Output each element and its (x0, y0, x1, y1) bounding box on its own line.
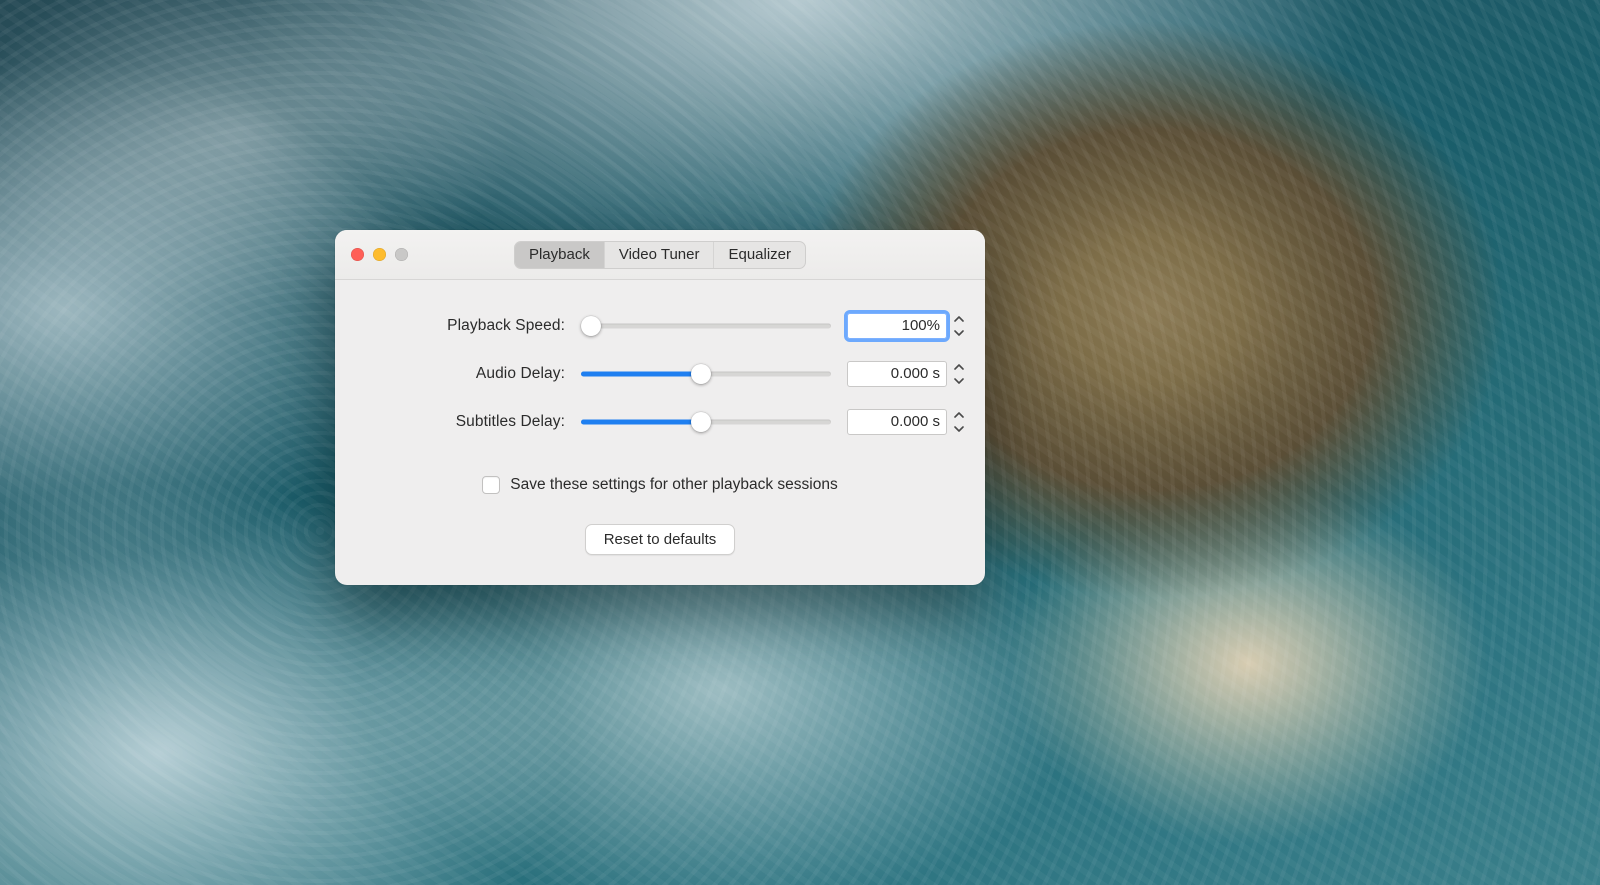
slider-audio-delay[interactable] (581, 363, 831, 385)
stepper-down-icon[interactable] (951, 327, 967, 339)
stepper-subtitles-delay: 0.000 s (847, 409, 967, 435)
zoom-icon[interactable] (395, 248, 408, 261)
tab-equalizer[interactable]: Equalizer (713, 242, 805, 268)
slider-thumb[interactable] (691, 364, 711, 384)
field-playback-speed[interactable]: 100% (847, 313, 947, 339)
reset-button[interactable]: Reset to defaults (585, 524, 736, 555)
slider-subtitles-delay[interactable] (581, 411, 831, 433)
slider-track (581, 324, 831, 329)
label-playback-speed: Playback Speed: (375, 317, 565, 335)
slider-fill (581, 372, 701, 377)
save-settings-row: Save these settings for other playback s… (375, 476, 945, 494)
row-subtitles-delay: Subtitles Delay: 0.000 s (375, 398, 945, 446)
spinner-audio-delay (951, 361, 967, 387)
minimize-icon[interactable] (373, 248, 386, 261)
titlebar: Playback Video Tuner Equalizer (335, 230, 985, 280)
preferences-window: Playback Video Tuner Equalizer Playback … (335, 230, 985, 585)
stepper-up-icon[interactable] (951, 313, 967, 325)
stepper-down-icon[interactable] (951, 375, 967, 387)
stepper-down-icon[interactable] (951, 423, 967, 435)
slider-fill (581, 420, 701, 425)
label-subtitles-delay: Subtitles Delay: (375, 413, 565, 431)
stepper-up-icon[interactable] (951, 409, 967, 421)
slider-thumb[interactable] (581, 316, 601, 336)
stepper-playback-speed: 100% (847, 313, 967, 339)
tab-segmented-control: Playback Video Tuner Equalizer (514, 241, 806, 269)
stepper-up-icon[interactable] (951, 361, 967, 373)
close-icon[interactable] (351, 248, 364, 261)
window-controls (351, 248, 408, 261)
spinner-subtitles-delay (951, 409, 967, 435)
field-audio-delay[interactable]: 0.000 s (847, 361, 947, 387)
save-settings-label: Save these settings for other playback s… (510, 476, 837, 494)
spinner-playback-speed (951, 313, 967, 339)
tab-video-tuner[interactable]: Video Tuner (604, 242, 714, 268)
reset-row: Reset to defaults (375, 524, 945, 555)
slider-thumb[interactable] (691, 412, 711, 432)
row-audio-delay: Audio Delay: 0.000 s (375, 350, 945, 398)
tab-playback[interactable]: Playback (515, 242, 604, 268)
panel-body: Playback Speed: 100% Audio Delay: (335, 280, 985, 585)
save-settings-checkbox[interactable] (482, 476, 500, 494)
label-audio-delay: Audio Delay: (375, 365, 565, 383)
stepper-audio-delay: 0.000 s (847, 361, 967, 387)
slider-playback-speed[interactable] (581, 315, 831, 337)
field-subtitles-delay[interactable]: 0.000 s (847, 409, 947, 435)
row-playback-speed: Playback Speed: 100% (375, 302, 945, 350)
